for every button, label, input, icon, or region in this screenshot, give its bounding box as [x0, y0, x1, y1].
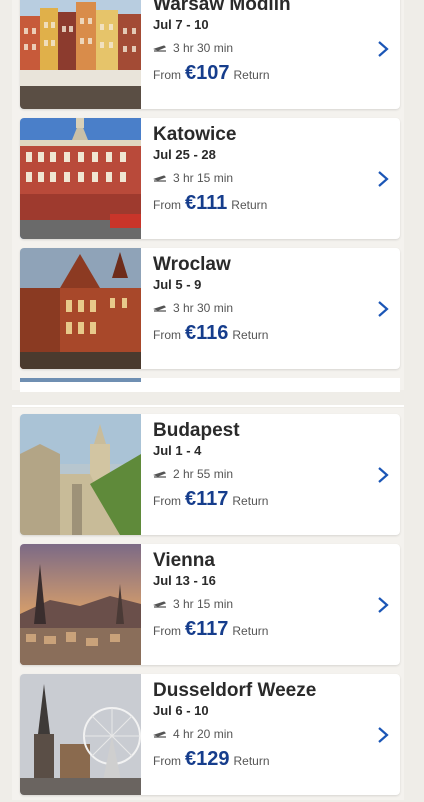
destination-card-budapest[interactable]: Budapest Jul 1 - 4 2 hr 55 min From €117… [20, 414, 400, 535]
destination-city: Dusseldorf Weeze [153, 680, 317, 701]
travel-dates: Jul 6 - 10 [153, 703, 209, 718]
destination-list-top: Warsaw Modlin Jul 7 - 10 3 hr 30 min Fro… [12, 0, 404, 392]
price-row: From €117 Return [153, 618, 370, 641]
chevron-right-icon[interactable] [376, 299, 390, 319]
price-prefix: From [153, 198, 181, 212]
price-suffix: Return [232, 494, 269, 508]
price-suffix: Return [233, 754, 270, 768]
chevron-right-icon[interactable] [376, 595, 390, 615]
flight-icon [153, 471, 167, 478]
price-row: From €116 Return [153, 322, 370, 345]
destination-city: Katowice [153, 124, 237, 145]
flight-icon [153, 601, 167, 608]
chevron-right-icon[interactable] [376, 39, 390, 59]
travel-dates: Jul 13 - 16 [153, 573, 216, 588]
flight-duration: 4 hr 20 min [153, 727, 370, 741]
travel-dates: Jul 1 - 4 [153, 443, 202, 458]
flight-duration-text: 4 hr 20 min [173, 727, 234, 741]
destination-photo-budapest [20, 414, 141, 535]
destination-photo-wroclaw [20, 248, 141, 369]
flight-duration-text: 3 hr 30 min [173, 41, 234, 55]
travel-dates: Jul 7 - 10 [153, 17, 209, 32]
price-suffix: Return [232, 328, 269, 342]
price-suffix: Return [232, 624, 269, 638]
price-prefix: From [153, 68, 181, 82]
price-value: €116 [185, 322, 229, 344]
destination-card-warsaw-modlin[interactable]: Warsaw Modlin Jul 7 - 10 3 hr 30 min Fro… [20, 0, 400, 109]
flight-duration-text: 2 hr 55 min [173, 467, 234, 481]
flight-duration: 3 hr 15 min [153, 171, 370, 185]
flight-duration: 3 hr 15 min [153, 597, 370, 611]
price-value: €117 [185, 488, 229, 510]
destination-city: Vienna [153, 550, 215, 571]
price-row: From €107 Return [153, 62, 370, 85]
flight-duration: 3 hr 30 min [153, 41, 370, 55]
flight-duration-text: 3 hr 15 min [173, 171, 234, 185]
price-prefix: From [153, 494, 181, 508]
flight-icon [153, 45, 167, 52]
price-suffix: Return [233, 68, 270, 82]
destination-city: Wroclaw [153, 254, 231, 275]
section-divider [12, 405, 404, 407]
destination-card-dusseldorf-weeze[interactable]: Dusseldorf Weeze Jul 6 - 10 4 hr 20 min … [20, 674, 400, 795]
flight-duration: 3 hr 30 min [153, 301, 370, 315]
flight-duration-text: 3 hr 30 min [173, 301, 234, 315]
travel-dates: Jul 25 - 28 [153, 147, 216, 162]
destination-photo-katowice [20, 118, 141, 239]
price-row: From €117 Return [153, 488, 370, 511]
flight-icon [153, 305, 167, 312]
destination-card-wroclaw[interactable]: Wroclaw Jul 5 - 9 3 hr 30 min From €116 … [20, 248, 400, 369]
destination-city: Budapest [153, 420, 240, 441]
price-prefix: From [153, 328, 181, 342]
price-value: €111 [185, 192, 228, 214]
flight-icon [153, 731, 167, 738]
next-card-peek [20, 378, 400, 392]
price-value: €117 [185, 618, 229, 640]
price-value: €107 [185, 62, 230, 84]
price-prefix: From [153, 754, 181, 768]
destination-card-katowice[interactable]: Katowice Jul 25 - 28 3 hr 15 min From €1… [20, 118, 400, 239]
destination-card-vienna[interactable]: Vienna Jul 13 - 16 3 hr 15 min From €117… [20, 544, 400, 665]
destination-photo-dusseldorf-weeze [20, 674, 141, 795]
destination-photo-warsaw-modlin [20, 0, 141, 109]
chevron-right-icon[interactable] [376, 725, 390, 745]
flight-icon [153, 175, 167, 182]
destination-list-bottom: Budapest Jul 1 - 4 2 hr 55 min From €117… [12, 408, 404, 800]
price-prefix: From [153, 624, 181, 638]
chevron-right-icon[interactable] [376, 465, 390, 485]
travel-dates: Jul 5 - 9 [153, 277, 202, 292]
price-value: €129 [185, 748, 230, 770]
price-row: From €111 Return [153, 192, 370, 215]
price-row: From €129 Return [153, 748, 370, 771]
price-suffix: Return [231, 198, 268, 212]
flight-duration-text: 3 hr 15 min [173, 597, 234, 611]
destination-photo-vienna [20, 544, 141, 665]
chevron-right-icon[interactable] [376, 169, 390, 189]
flight-duration: 2 hr 55 min [153, 467, 370, 481]
destination-city: Warsaw Modlin [153, 0, 291, 15]
